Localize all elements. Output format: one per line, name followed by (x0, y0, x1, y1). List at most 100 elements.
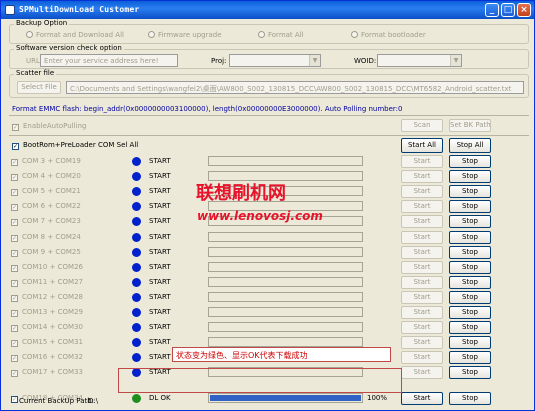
scan-button[interactable]: Scan (401, 119, 443, 132)
port-checkbox[interactable]: ✓ COM 4 + COM20 (11, 172, 81, 182)
progress-bar (208, 337, 363, 348)
port-checkbox[interactable]: ✓ COM16 + COM32 (11, 353, 83, 363)
port-row: ✓ COM10 + COM26 START Start Stop (1, 260, 534, 275)
stop-button[interactable]: Stop (449, 391, 491, 405)
stop-button[interactable]: Stop (449, 245, 491, 259)
status-dot (132, 232, 141, 242)
port-name: COM14 + COM30 (22, 323, 84, 332)
port-name: COM13 + COM29 (22, 308, 84, 316)
stop-button[interactable]: Stop (449, 230, 491, 244)
port-checkbox[interactable]: ✓ COM13 + COM29 (11, 308, 83, 317)
url-input[interactable]: Enter your service address here! (40, 54, 178, 67)
port-checkbox[interactable]: ✓ COM 3 + COM19 (11, 157, 81, 166)
start-button[interactable]: Start (401, 351, 443, 365)
stop-button[interactable]: Stop (449, 155, 491, 168)
sw-check-label: Software version check option (14, 44, 124, 52)
proj-select[interactable]: ▼ (229, 54, 321, 67)
select-all-checkbox[interactable]: ✓ BootRom+PreLoader COM Sel All (12, 141, 138, 150)
woid-label: WOID: (354, 57, 377, 65)
start-button[interactable]: Start (401, 260, 443, 274)
start-button[interactable]: Start (401, 200, 443, 214)
radio-format-download-all[interactable]: Format and Download All (26, 31, 124, 39)
port-name: COM 7 + COM23 (22, 217, 81, 226)
stop-button[interactable]: Stop (449, 366, 491, 380)
close-button[interactable]: × (517, 3, 531, 17)
port-checkbox[interactable]: ✓ COM 6 + COM22 (11, 202, 81, 212)
status-dot (132, 202, 141, 212)
port-name: COM 9 + COM25 (22, 247, 81, 256)
start-button[interactable]: Start (401, 230, 443, 244)
app-window: SPMultiDownLoad Customer _ □ × Backup Op… (0, 0, 535, 411)
radio-firmware-upgrade[interactable]: Firmware upgrade (148, 31, 222, 39)
stop-button[interactable]: Stop (449, 215, 491, 229)
stop-button[interactable]: Stop (449, 260, 491, 274)
port-name: COM 4 + COM20 (22, 172, 81, 181)
proj-label: Proj: (211, 57, 227, 65)
start-button[interactable]: Start (401, 391, 443, 405)
divider (9, 135, 529, 136)
stop-all-button[interactable]: Stop All (449, 138, 491, 153)
port-row: ✓ COM 9 + COM25 START Start Stop (1, 245, 534, 260)
stop-button[interactable]: Stop (449, 336, 491, 350)
start-button[interactable]: Start (401, 336, 443, 350)
port-status: DL OK (149, 393, 171, 402)
stop-button[interactable]: Stop (449, 351, 491, 365)
port-checkbox[interactable]: ✓ COM12 + COM28 (11, 293, 83, 302)
scatter-path-field[interactable]: C:\Documents and Settings\wangfei2\桌面\AW… (66, 81, 524, 94)
start-button[interactable]: Start (401, 306, 443, 319)
port-checkbox[interactable]: ✓ COM14 + COM30 (11, 323, 84, 333)
status-dot (132, 323, 141, 333)
stop-button[interactable]: Stop (449, 200, 491, 214)
progress-bar (208, 246, 363, 257)
progress-bar (208, 156, 363, 166)
status-dot (132, 157, 141, 166)
maximize-button[interactable]: □ (501, 3, 515, 17)
stop-button[interactable]: Stop (449, 170, 491, 184)
start-button[interactable]: Start (401, 366, 443, 380)
port-checkbox[interactable]: ✓ COM15 + COM31 (11, 338, 83, 348)
port-checkbox[interactable]: ✓ COM 8 + COM24 (11, 233, 81, 242)
highlight-box (118, 368, 402, 393)
stop-button[interactable]: Stop (449, 306, 491, 319)
title-bar[interactable]: SPMultiDownLoad Customer _ □ × (1, 1, 534, 19)
chevron-down-icon: ▼ (450, 55, 461, 66)
port-checkbox[interactable]: ✓ COM 9 + COM25 (11, 248, 81, 257)
stop-button[interactable]: Stop (449, 185, 491, 199)
radio-format-all[interactable]: Format All (258, 31, 304, 39)
port-checkbox[interactable]: ✓ COM 5 + COM21 (11, 187, 81, 197)
start-button[interactable]: Start (401, 245, 443, 259)
stop-button[interactable]: Stop (449, 275, 491, 289)
port-checkbox[interactable]: ✓ COM10 + COM26 (11, 263, 83, 272)
stop-button[interactable]: Stop (449, 321, 491, 335)
start-button[interactable]: Start (401, 170, 443, 184)
start-button[interactable]: Start (401, 185, 443, 199)
progress-percent: 100% (367, 393, 388, 402)
radio-format-bootloader[interactable]: Format bootloader (351, 31, 426, 39)
start-button[interactable]: Start (401, 290, 443, 304)
woid-select[interactable]: ▼ (377, 54, 462, 67)
start-button[interactable]: Start (401, 321, 443, 335)
start-all-button[interactable]: Start All (401, 138, 443, 153)
auto-polling-checkbox[interactable]: ✓ EnableAutoPulling (12, 122, 86, 131)
status-dot (132, 393, 141, 403)
port-checkbox[interactable]: ✓ COM11 + COM27 (11, 278, 83, 287)
start-button[interactable]: Start (401, 275, 443, 289)
port-status: START (149, 262, 171, 271)
port-status: START (149, 292, 171, 301)
port-name: COM 6 + COM22 (22, 202, 81, 211)
minimize-button[interactable]: _ (485, 3, 499, 17)
status-dot (132, 217, 141, 227)
port-checkbox[interactable]: ✓ COM 7 + COM23 (11, 217, 81, 227)
port-row: ✓ COM14 + COM30 START Start Stop (1, 320, 534, 335)
stop-button[interactable]: Stop (449, 290, 491, 304)
status-dot (132, 262, 141, 272)
start-button[interactable]: Start (401, 215, 443, 229)
status-dot (132, 338, 141, 348)
port-checkbox[interactable]: ✓ COM17 + COM33 (11, 368, 83, 378)
port-status: START (149, 247, 171, 256)
start-button[interactable]: Start (401, 155, 443, 168)
select-file-button[interactable]: Select File (17, 81, 61, 94)
divider (9, 115, 529, 116)
set-bk-path-button[interactable]: Set BK Path (449, 119, 491, 132)
format-info-text: Format EMMC flash: begin_addr(0x00000000… (12, 105, 403, 113)
